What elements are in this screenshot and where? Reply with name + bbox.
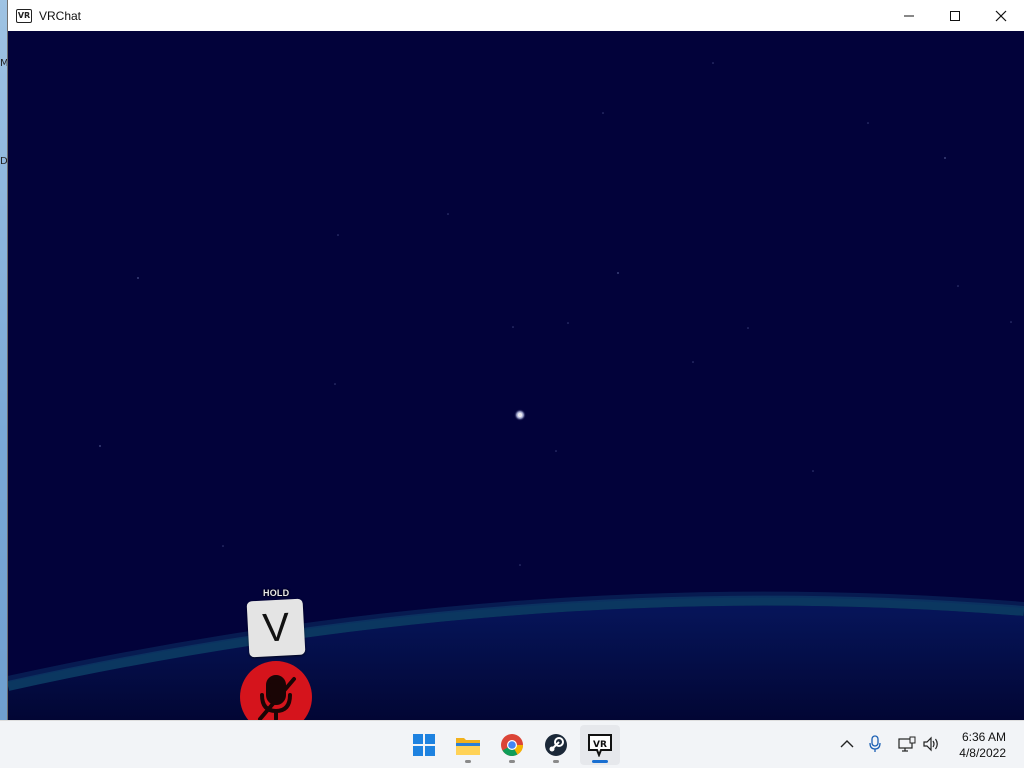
space-backdrop [8,62,1024,720]
maximize-button[interactable] [932,0,978,31]
vr-scene-viewport[interactable]: HOLD V [8,31,1024,720]
taskbar-steam[interactable] [536,725,576,765]
v-key-hint: V [246,598,306,658]
maximize-icon [950,10,960,21]
mic-muted-indicator [240,661,312,720]
volume-icon [923,736,938,752]
windows-start-icon [413,734,435,756]
clock-date: 4/8/2022 [959,746,1006,760]
folder-icon [456,738,480,755]
running-indicator [553,760,559,763]
steam-icon [545,734,567,756]
chevron-up-icon [840,740,854,748]
tray-microphone[interactable] [864,733,886,755]
taskbar-file-explorer[interactable] [448,725,488,765]
running-indicator [509,760,515,763]
vrchat-icon-text: VR [593,740,607,750]
taskbar-vrchat[interactable]: VR [580,725,620,765]
vrchat-app-icon: VR [16,8,32,23]
vrchat-icon: VR [588,734,612,757]
tray-volume[interactable] [920,733,942,755]
window-titlebar[interactable]: VR VRChat [8,0,1024,31]
taskbar-clock[interactable]: 6:36 AM 4/8/2022 [959,729,1006,761]
mic-muted-icon [258,675,296,720]
window-controls [886,0,1024,31]
start-button[interactable] [404,725,444,765]
network-icon [898,736,916,752]
active-indicator [592,760,608,763]
close-button[interactable] [978,0,1024,31]
clock-time: 6:36 AM [961,730,1006,744]
window-title: VRChat [39,8,82,23]
running-indicator [465,760,471,763]
show-hidden-icons-button[interactable] [836,733,858,755]
minimize-icon [904,15,914,16]
vrchat-window: VR VRChat HOLD V [8,0,1024,720]
tray-network[interactable] [896,733,918,755]
desktop-icon-label-fragment: D [0,156,8,167]
close-icon [995,10,1007,21]
minimize-button[interactable] [886,0,932,31]
hold-label: HOLD [263,588,290,598]
chrome-icon [501,734,523,756]
windows-taskbar: VR 6:36 AM 4/8/2022 [0,720,1024,768]
microphone-icon [869,735,881,752]
taskbar-chrome[interactable] [492,725,532,765]
desktop-background-edge: M D [0,0,9,720]
